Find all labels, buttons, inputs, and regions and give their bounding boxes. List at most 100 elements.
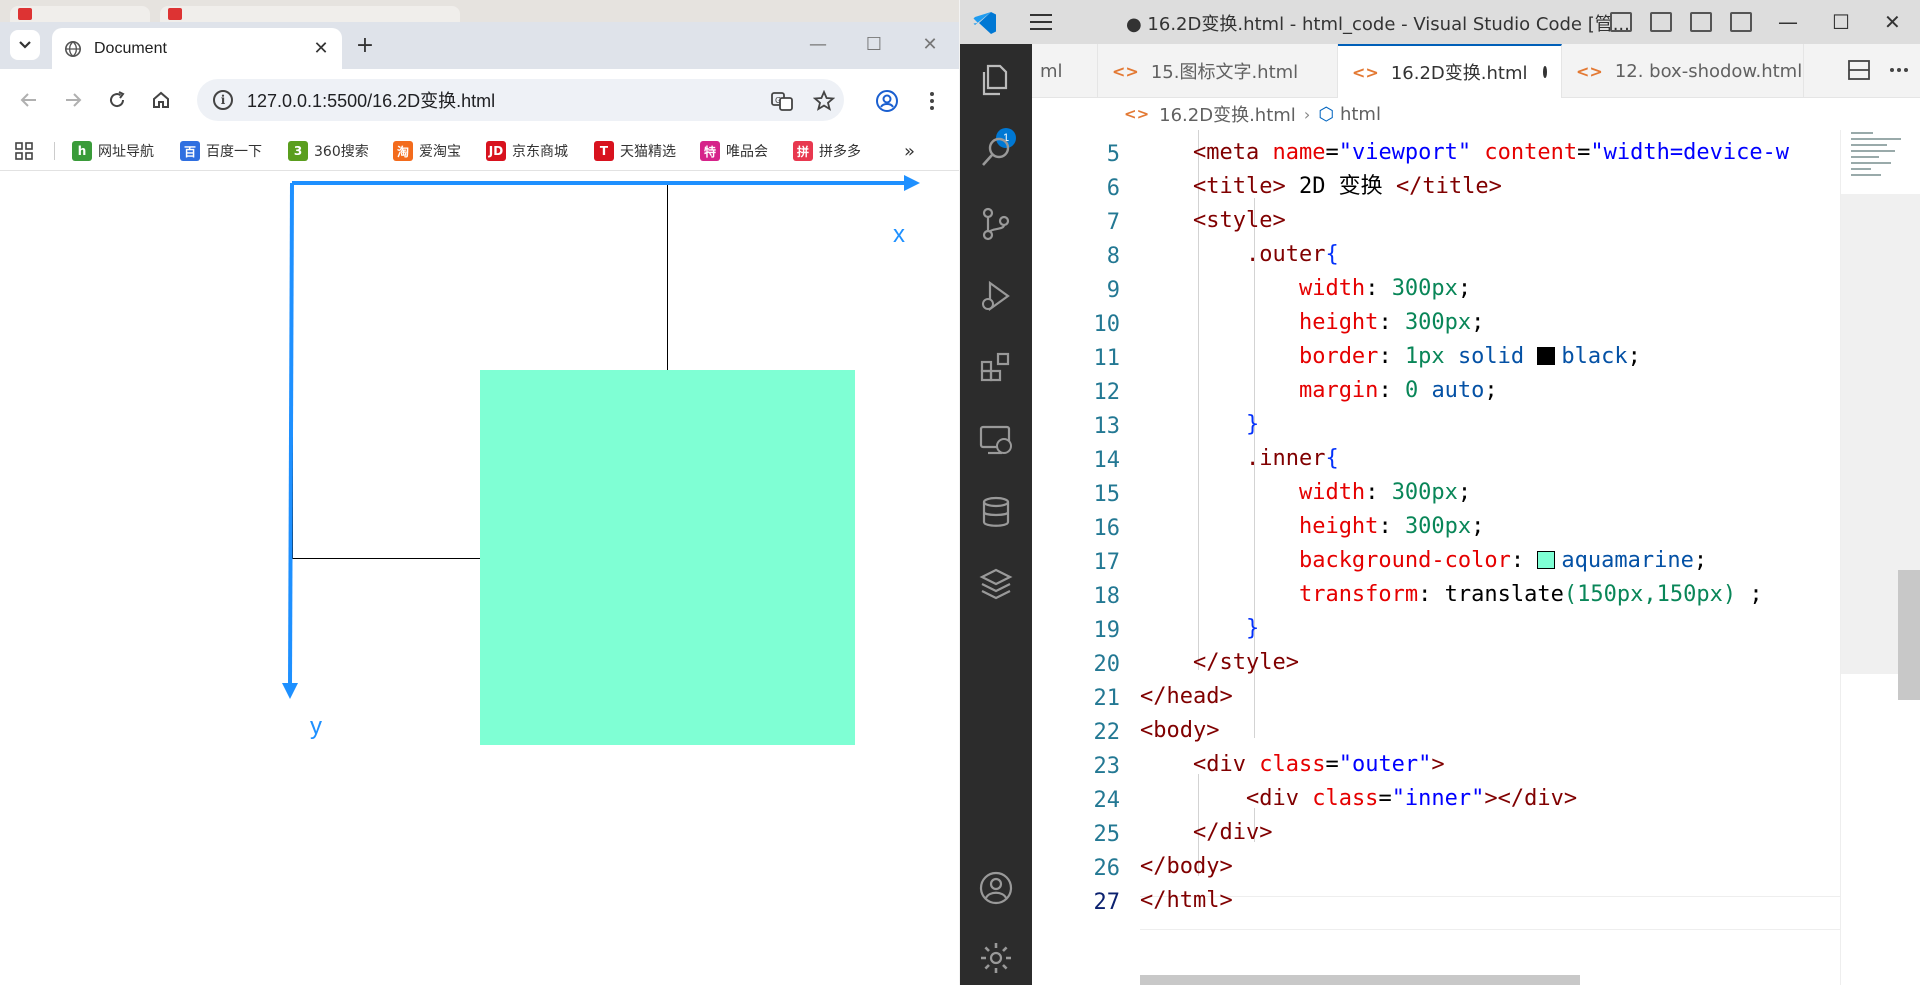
breadcrumb-file[interactable]: 16.2D变换.html bbox=[1159, 101, 1296, 127]
remote-explorer-icon[interactable] bbox=[978, 422, 1014, 458]
horizontal-scrollbar[interactable] bbox=[1140, 975, 1580, 985]
more-actions-icon[interactable] bbox=[1888, 60, 1910, 80]
toggle-secondary-sidebar-icon[interactable] bbox=[1690, 12, 1712, 32]
more-menu-icon[interactable] bbox=[920, 89, 944, 113]
editor-tab[interactable]: <> 15.图标文字.html bbox=[1098, 44, 1338, 98]
activity-bar: 1 bbox=[960, 44, 1032, 985]
color-swatch-aquamarine[interactable] bbox=[1537, 551, 1556, 569]
line-number: 21 bbox=[1093, 686, 1121, 711]
vscode-logo-icon bbox=[973, 12, 996, 34]
chrome-window: Document ✕ + — ☐ ✕ i 127.0.0.1:5500/16.2… bbox=[0, 0, 959, 985]
tab-search-button[interactable] bbox=[10, 30, 40, 60]
line-number: 25 bbox=[1093, 822, 1121, 847]
svg-text:G: G bbox=[775, 96, 781, 105]
split-editor-icon[interactable] bbox=[1848, 60, 1870, 80]
toggle-primary-sidebar-icon[interactable] bbox=[1610, 12, 1632, 32]
pinduoduo-icon: 拼 bbox=[793, 141, 813, 161]
editor-actions bbox=[1848, 60, 1910, 80]
background-window-tabs bbox=[0, 0, 959, 22]
bookmark-item[interactable]: JD 京东商城 bbox=[486, 140, 568, 162]
arrow-left-icon bbox=[20, 93, 36, 107]
layers-icon[interactable] bbox=[978, 566, 1014, 602]
address-bar[interactable]: i 127.0.0.1:5500/16.2D变换.html bbox=[197, 79, 844, 121]
bookmark-item[interactable]: h 网址导航 bbox=[72, 140, 154, 162]
code-line: width: 300px; bbox=[1298, 276, 1472, 301]
line-number: 20 bbox=[1093, 652, 1121, 677]
bookmark-item[interactable]: 拼拼多多 bbox=[793, 140, 861, 162]
run-debug-icon[interactable] bbox=[978, 278, 1014, 314]
code-line: <style> bbox=[1192, 208, 1286, 233]
editor-tabs: ml <> 15.图标文字.html <> 16.2D变换.html <> 12. b… bbox=[1032, 44, 1920, 98]
hao-icon: h bbox=[72, 141, 92, 161]
tmall-icon: T bbox=[594, 141, 614, 161]
source-control-icon[interactable] bbox=[978, 206, 1014, 242]
explorer-icon[interactable] bbox=[978, 62, 1014, 98]
bookmark-item[interactable]: 淘爱淘宝 bbox=[393, 140, 461, 162]
code-editor[interactable]: 5 6 7 8 9 10 11 12 13 14 15 16 17 18 19 … bbox=[1032, 130, 1920, 985]
database-icon[interactable] bbox=[978, 494, 1014, 530]
line-number: 5 bbox=[1106, 142, 1120, 167]
close-window-icon[interactable]: ✕ bbox=[1884, 10, 1901, 34]
maximize-icon[interactable]: ☐ bbox=[862, 34, 886, 55]
vertical-scrollbar[interactable] bbox=[1898, 570, 1920, 700]
reload-icon bbox=[110, 91, 125, 108]
desktop: Document ✕ + — ☐ ✕ i 127.0.0.1:5500/16.2… bbox=[0, 0, 1920, 985]
minimize-icon[interactable]: — bbox=[1778, 10, 1798, 34]
back-button[interactable] bbox=[16, 87, 42, 113]
search-icon[interactable] bbox=[978, 134, 1014, 170]
forward-button[interactable] bbox=[60, 87, 86, 113]
extensions-icon[interactable] bbox=[978, 350, 1014, 386]
bookmark-item[interactable]: T 天猫精选 bbox=[594, 140, 676, 162]
tab-document[interactable]: Document ✕ bbox=[52, 28, 342, 69]
minimap-line bbox=[1851, 132, 1873, 134]
bookmark-star-icon[interactable] bbox=[812, 89, 836, 113]
customize-layout-icon[interactable] bbox=[1730, 12, 1752, 32]
line-number: 26 bbox=[1093, 856, 1121, 881]
line-number: 10 bbox=[1093, 312, 1121, 337]
accounts-icon[interactable] bbox=[978, 870, 1014, 906]
line-number: 13 bbox=[1093, 414, 1121, 439]
home-button[interactable] bbox=[148, 87, 174, 113]
code-line: <div class="inner"></div> bbox=[1245, 786, 1578, 811]
editor-tab[interactable]: <> 12. box-shodow.html bbox=[1562, 44, 1804, 98]
apps-icon[interactable] bbox=[14, 140, 34, 162]
background-tab[interactable] bbox=[10, 6, 150, 22]
settings-gear-icon[interactable] bbox=[978, 940, 1014, 976]
code-line: </div> bbox=[1192, 820, 1273, 845]
bookmark-item[interactable]: 百百度一下 bbox=[180, 140, 262, 162]
code-line: border: 1px solid black; bbox=[1298, 344, 1641, 369]
code-line: <meta name="viewport" content="width=dev… bbox=[1192, 140, 1790, 165]
editor-tab[interactable]: ml bbox=[1032, 44, 1098, 98]
code-line: width: 300px; bbox=[1298, 480, 1472, 505]
menu-icon[interactable] bbox=[1028, 12, 1054, 32]
close-tab-icon[interactable]: ✕ bbox=[312, 39, 330, 58]
code-line: </style> bbox=[1192, 650, 1299, 675]
background-tab[interactable] bbox=[160, 6, 460, 22]
tab-favicon-icon bbox=[18, 8, 32, 20]
line-number: 19 bbox=[1093, 618, 1121, 643]
toggle-panel-icon[interactable] bbox=[1650, 12, 1672, 32]
breadcrumb-symbol[interactable]: html bbox=[1340, 104, 1381, 125]
line-number: 12 bbox=[1093, 380, 1121, 405]
reload-button[interactable] bbox=[104, 87, 130, 113]
unsaved-dot-icon[interactable] bbox=[1543, 66, 1547, 78]
bookmark-item[interactable]: 3 360搜索 bbox=[288, 140, 369, 162]
bookmark-item[interactable]: 特唯品会 bbox=[700, 140, 768, 162]
code-line: height: 300px; bbox=[1298, 310, 1485, 335]
profile-icon[interactable] bbox=[875, 89, 899, 113]
breadcrumb: <> 16.2D变换.html › ⬡ html bbox=[1032, 98, 1920, 130]
code-line: .inner{ bbox=[1245, 446, 1339, 471]
more-bookmarks-icon[interactable]: » bbox=[904, 140, 915, 162]
new-tab-button[interactable]: + bbox=[352, 34, 378, 60]
editor-tab-active[interactable]: <> 16.2D变换.html bbox=[1338, 44, 1562, 98]
home-icon bbox=[153, 91, 169, 108]
translate-icon[interactable]: G bbox=[770, 89, 794, 113]
minimize-icon[interactable]: — bbox=[806, 34, 830, 55]
close-window-icon[interactable]: ✕ bbox=[918, 34, 942, 55]
code-line: <body> bbox=[1140, 718, 1220, 743]
color-swatch-black[interactable] bbox=[1537, 347, 1556, 365]
site-info-icon[interactable]: i bbox=[213, 90, 233, 110]
maximize-icon[interactable]: ☐ bbox=[1832, 10, 1850, 34]
minimap[interactable] bbox=[1840, 130, 1920, 985]
line-number: 15 bbox=[1093, 482, 1121, 507]
